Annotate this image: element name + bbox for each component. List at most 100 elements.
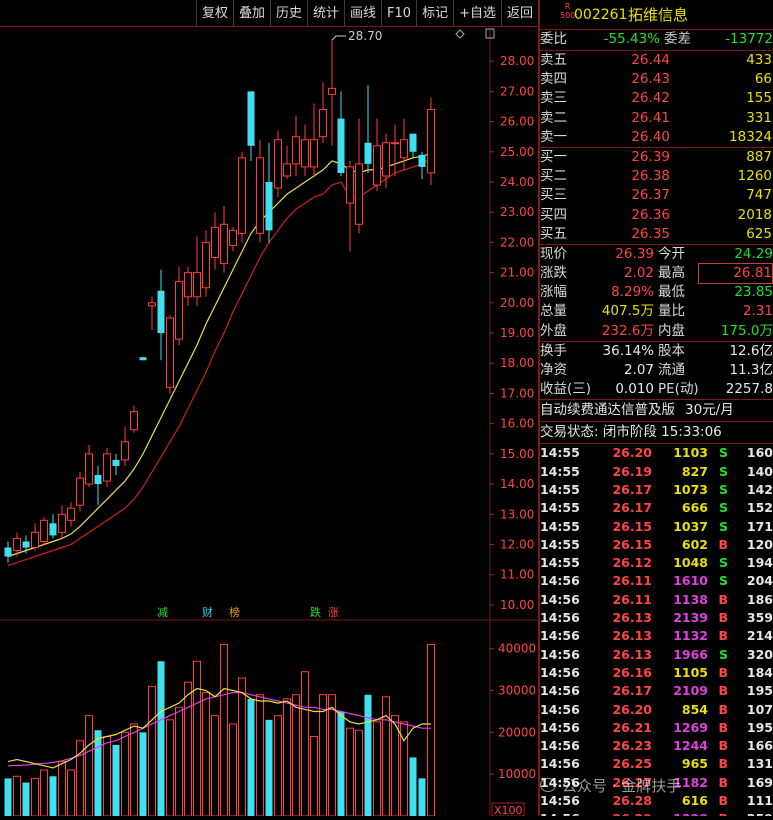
diamond-icon[interactable] [455, 29, 465, 39]
tick-volume: 1610 [673, 573, 708, 589]
candle [256, 139, 264, 243]
toolbar-button[interactable]: 返回 [500, 0, 538, 26]
tick-volume: 1244 [673, 738, 708, 754]
candle [355, 118, 363, 234]
tick-time: 14:55 [540, 463, 580, 479]
tick-row: 14:56 26.23 1244 B 166 [540, 737, 773, 755]
candle [157, 269, 165, 361]
price-tick-label: 21.00 [500, 266, 534, 280]
quote-label: 涨跌 [540, 265, 567, 282]
quote-value: 24.29 [734, 245, 773, 262]
level-price: 26.39 [631, 148, 670, 165]
promo-price[interactable]: 30元/月 [685, 401, 734, 420]
finance-label: 股本 [658, 342, 685, 359]
level-price: 26.35 [631, 225, 670, 242]
tick-row: 14:56 26.11 1610 S 204 [540, 572, 773, 590]
tick-price: 26.15 [612, 518, 652, 534]
quote-value: 2.31 [742, 303, 773, 320]
candle [247, 91, 255, 161]
tick-side: B [718, 628, 728, 644]
tick-price: 26.17 [612, 683, 652, 699]
price-tick-label: 23.00 [500, 205, 534, 219]
quote-value: 8.29% [611, 284, 654, 301]
volume-bar [76, 740, 84, 817]
volume-bar [238, 677, 246, 817]
tick-list[interactable]: 14:55 26.20 1103 S 160 14:55 26.19 827 S 140 14:55… [540, 444, 773, 816]
candle [319, 82, 327, 143]
volume-bar [229, 723, 237, 817]
promo-text[interactable]: 自动续费通达信普及版 [540, 401, 675, 420]
candle-body [157, 290, 165, 334]
quote-value: 2.02 [623, 265, 654, 282]
candle-body [76, 477, 84, 506]
event-marker[interactable]: 减 [157, 606, 168, 619]
toolbar-button[interactable]: 画线 [344, 0, 381, 26]
candle-body [184, 272, 192, 298]
price-tick-label: 10.00 [500, 598, 534, 612]
candle-body [94, 475, 102, 485]
quote-label: 总量 [540, 303, 567, 320]
tick-volume: 965 [681, 756, 708, 772]
event-marker[interactable]: 财 [202, 605, 213, 619]
candle [328, 40, 336, 146]
tick-price: 26.19 [612, 463, 652, 479]
volume-bar [427, 644, 435, 817]
candle [49, 514, 57, 539]
toolbar-button[interactable]: 复权 [195, 0, 233, 26]
candle [418, 151, 426, 179]
level-price: 26.37 [631, 187, 670, 204]
toolbar-button[interactable]: 标记 [416, 0, 453, 26]
price-tick-label: 20.00 [500, 296, 534, 310]
bid-row: 买四 26.36 2018 [540, 206, 773, 225]
candle-body [67, 507, 75, 521]
toolbar-button[interactable]: F10 [381, 0, 416, 26]
promo-row[interactable]: 自动续费通达信普及版 30元/月 [540, 400, 773, 423]
candle [148, 296, 156, 331]
candle-body [310, 139, 318, 168]
toolbar-button[interactable]: +自选 [453, 0, 501, 26]
volume-bar [22, 782, 30, 816]
price-tick-label: 15.00 [500, 447, 534, 461]
level-price: 26.36 [631, 206, 670, 223]
kline-chart[interactable]: 28.00 27.00 26.00 25.00 24.00 23.00 22.00 21.00… [0, 28, 538, 817]
wechat-icon [540, 778, 556, 792]
commission-ratio-label: 委比 [540, 31, 567, 48]
volume-bar [256, 694, 264, 817]
candle-body [256, 157, 264, 234]
quote-panel: R 500 002261 拓维信息 委比 -55.43% 委差 -13772 卖… [538, 0, 773, 816]
volume-bar [292, 694, 300, 817]
price-tick-label: 14.00 [500, 477, 534, 491]
finance-value: 0.010 [615, 381, 654, 398]
quote-row: 总量 407.5万 量比 2.31 [540, 302, 773, 321]
event-marker[interactable]: 榜 [229, 605, 240, 619]
level-price: 26.40 [631, 128, 670, 145]
toolbar-button[interactable]: 统计 [307, 0, 344, 26]
event-marker[interactable]: 跌 [310, 605, 321, 619]
level-price: 26.42 [631, 90, 670, 107]
price-tick-label: 18.00 [500, 356, 534, 370]
candle [364, 85, 372, 173]
candle-body [229, 229, 237, 246]
candle [130, 405, 138, 433]
tick-side: S [718, 518, 728, 534]
candle [229, 227, 237, 252]
price-tick-label: 24.00 [500, 175, 534, 189]
tick-time: 14:55 [540, 445, 580, 461]
candle [265, 142, 273, 243]
volume-bar [139, 732, 147, 816]
event-marker[interactable]: 涨 [328, 606, 339, 619]
quote-label: 今开 [658, 245, 685, 262]
candle-body [220, 223, 228, 265]
bid-row: 买一 26.39 887 [540, 148, 773, 167]
volume-bar [301, 671, 309, 817]
candle-body [58, 513, 66, 533]
toolbar-button[interactable]: 叠加 [232, 0, 270, 26]
trade-status-row: 交易状态: 闭市阶段 15:33:06 [540, 422, 773, 445]
tick-side: B [718, 738, 728, 754]
volume-bar [148, 685, 156, 817]
price-tick-label: 11.00 [500, 568, 534, 582]
quote-summary: 现价 26.39 今开 24.29 涨跌 2.02 最高 26.81 涨幅 8.29% 最低 23.8… [540, 245, 773, 342]
tick-row: 14:56 26.13 1132 B 214 [540, 627, 773, 645]
toolbar-button[interactable]: 历史 [269, 0, 307, 26]
tick-row: 14:55 26.19 827 S 140 [540, 463, 773, 481]
